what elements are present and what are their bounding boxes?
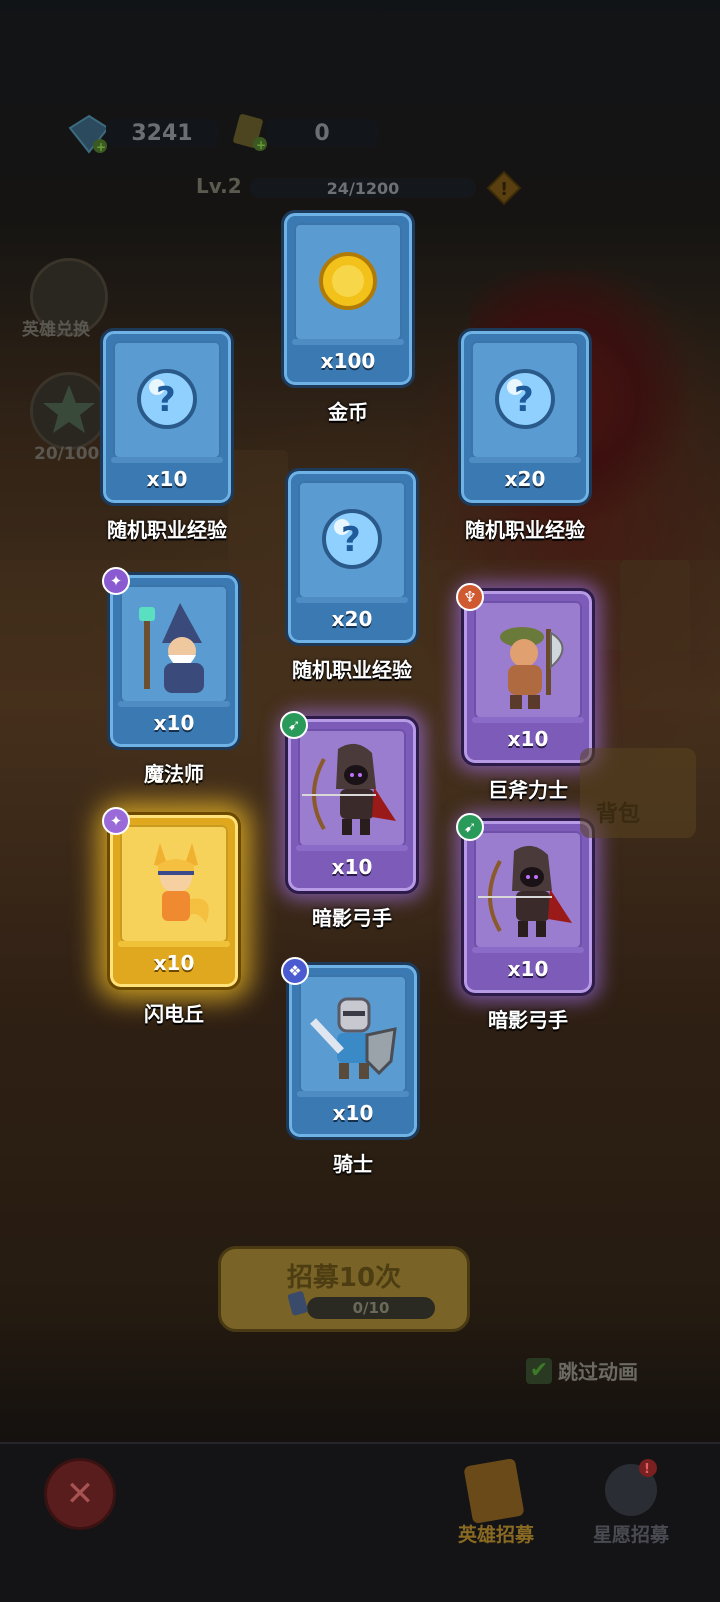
skip-animation-label: 跳过动画	[558, 1360, 638, 1384]
gem-icon: +	[68, 114, 110, 158]
reward-card[interactable]: x10 ➹	[280, 711, 419, 894]
svg-text:+: +	[96, 140, 106, 154]
svg-text:?: ?	[341, 520, 361, 560]
class-badge-icon: ❖	[281, 957, 309, 985]
reward-name: 暗影弓手	[312, 906, 392, 930]
reward-name: 随机职业经验	[292, 658, 412, 682]
reward-name: 骑士	[333, 1152, 373, 1176]
reward-card[interactable]: ? x20	[285, 468, 419, 646]
reward-quantity: x20	[331, 607, 373, 631]
svg-text:+: +	[256, 138, 266, 152]
reward-name: 魔法师	[144, 762, 204, 786]
card-stripe	[469, 457, 581, 463]
shadow-archer-hero-icon	[298, 729, 406, 847]
card-stripe	[118, 941, 230, 947]
recruit-10-button[interactable]: 招募10次 0/10	[218, 1246, 470, 1332]
reward-name: 闪电丘	[144, 1002, 204, 1026]
card-stripe	[292, 339, 404, 345]
recruit-progress: 0/10	[307, 1297, 435, 1319]
ticket-stack-icon	[464, 1458, 524, 1524]
svg-text:?: ?	[156, 380, 176, 420]
reward-name: 随机职业经验	[107, 518, 227, 542]
close-icon[interactable]: ✕	[44, 1458, 116, 1530]
shadow-archer-hero-icon	[474, 831, 582, 949]
hero-recruit-tab[interactable]: 英雄招募	[446, 1454, 546, 1564]
knight-hero-icon	[299, 975, 407, 1093]
bag-label: 背包	[596, 802, 641, 827]
wish-recruit-label: 星愿招募	[592, 1524, 669, 1546]
gem-count: 3241	[106, 119, 218, 147]
reward-quantity: x10	[153, 711, 195, 735]
card-stripe	[296, 597, 408, 603]
reward-name: 金币	[328, 400, 368, 424]
axe-warrior-hero-icon	[474, 601, 582, 719]
card-stripe	[296, 845, 408, 851]
question-orb-icon: ?	[298, 481, 406, 599]
star-icon	[43, 385, 95, 433]
class-badge-icon: ✦	[102, 567, 130, 595]
class-badge-icon: ➹	[456, 813, 484, 841]
reward-card[interactable]: x10 ❖	[281, 957, 420, 1140]
card-stripe	[297, 1091, 409, 1097]
reward-card[interactable]: x10 ✦	[102, 567, 241, 750]
reward-card[interactable]: ? x20	[458, 328, 592, 506]
recruit-ticket-icon	[287, 1291, 308, 1316]
reward-quantity: x10	[507, 727, 549, 751]
star-button[interactable]	[30, 372, 108, 450]
wizard-hero-icon	[120, 585, 228, 703]
question-orb-icon: ?	[471, 341, 579, 459]
reward-quantity: x10	[153, 951, 195, 975]
svg-text:!: !	[644, 1462, 650, 1477]
svg-text:!: !	[500, 179, 508, 200]
reward-quantity: x20	[504, 467, 546, 491]
hero-recruit-label: 英雄招募	[457, 1524, 534, 1546]
reward-card[interactable]: x10 ✦	[102, 807, 241, 990]
xp-progress-bar: 24/1200	[250, 178, 476, 198]
class-badge-icon: ➹	[280, 711, 308, 739]
ticket-count: 0	[266, 119, 378, 147]
wish-orb-icon: !	[605, 1459, 657, 1516]
reward-quantity: x10	[331, 855, 373, 879]
reward-quantity: x100	[320, 349, 376, 373]
reward-quantity: x10	[146, 467, 188, 491]
wish-recruit-tab[interactable]: ! 星愿招募	[576, 1454, 686, 1564]
reward-card[interactable]: x10 ➹	[456, 813, 595, 996]
checkmark-icon: ✔	[526, 1357, 552, 1384]
svg-text:?: ?	[514, 380, 534, 420]
skip-animation-toggle[interactable]: ✔ 跳过动画	[526, 1356, 638, 1385]
star-count: 20/100	[34, 444, 100, 464]
recruit-10-label: 招募10次	[286, 1263, 402, 1293]
reward-name: 暗影弓手	[488, 1008, 568, 1032]
reward-card[interactable]: ? x10	[100, 328, 234, 506]
lightning-fox-hero-icon	[120, 825, 228, 943]
card-stripe	[472, 947, 584, 953]
question-orb-icon: ?	[113, 341, 221, 459]
card-stripe	[472, 717, 584, 723]
reward-name: 随机职业经验	[465, 518, 585, 542]
reward-quantity: x10	[507, 957, 549, 981]
gold-coin-icon	[294, 223, 402, 341]
card-stripe	[111, 457, 223, 463]
class-badge-icon: ♆	[456, 583, 484, 611]
reward-card[interactable]: x100	[281, 210, 415, 388]
warning-icon[interactable]: !	[486, 170, 522, 210]
reward-quantity: x10	[332, 1101, 374, 1125]
hero-exchange-label: 英雄兑换	[22, 320, 90, 340]
player-level: Lv.2	[196, 174, 242, 198]
class-badge-icon: ✦	[102, 807, 130, 835]
card-stripe	[118, 701, 230, 707]
reward-card[interactable]: x10 ♆	[456, 583, 595, 766]
